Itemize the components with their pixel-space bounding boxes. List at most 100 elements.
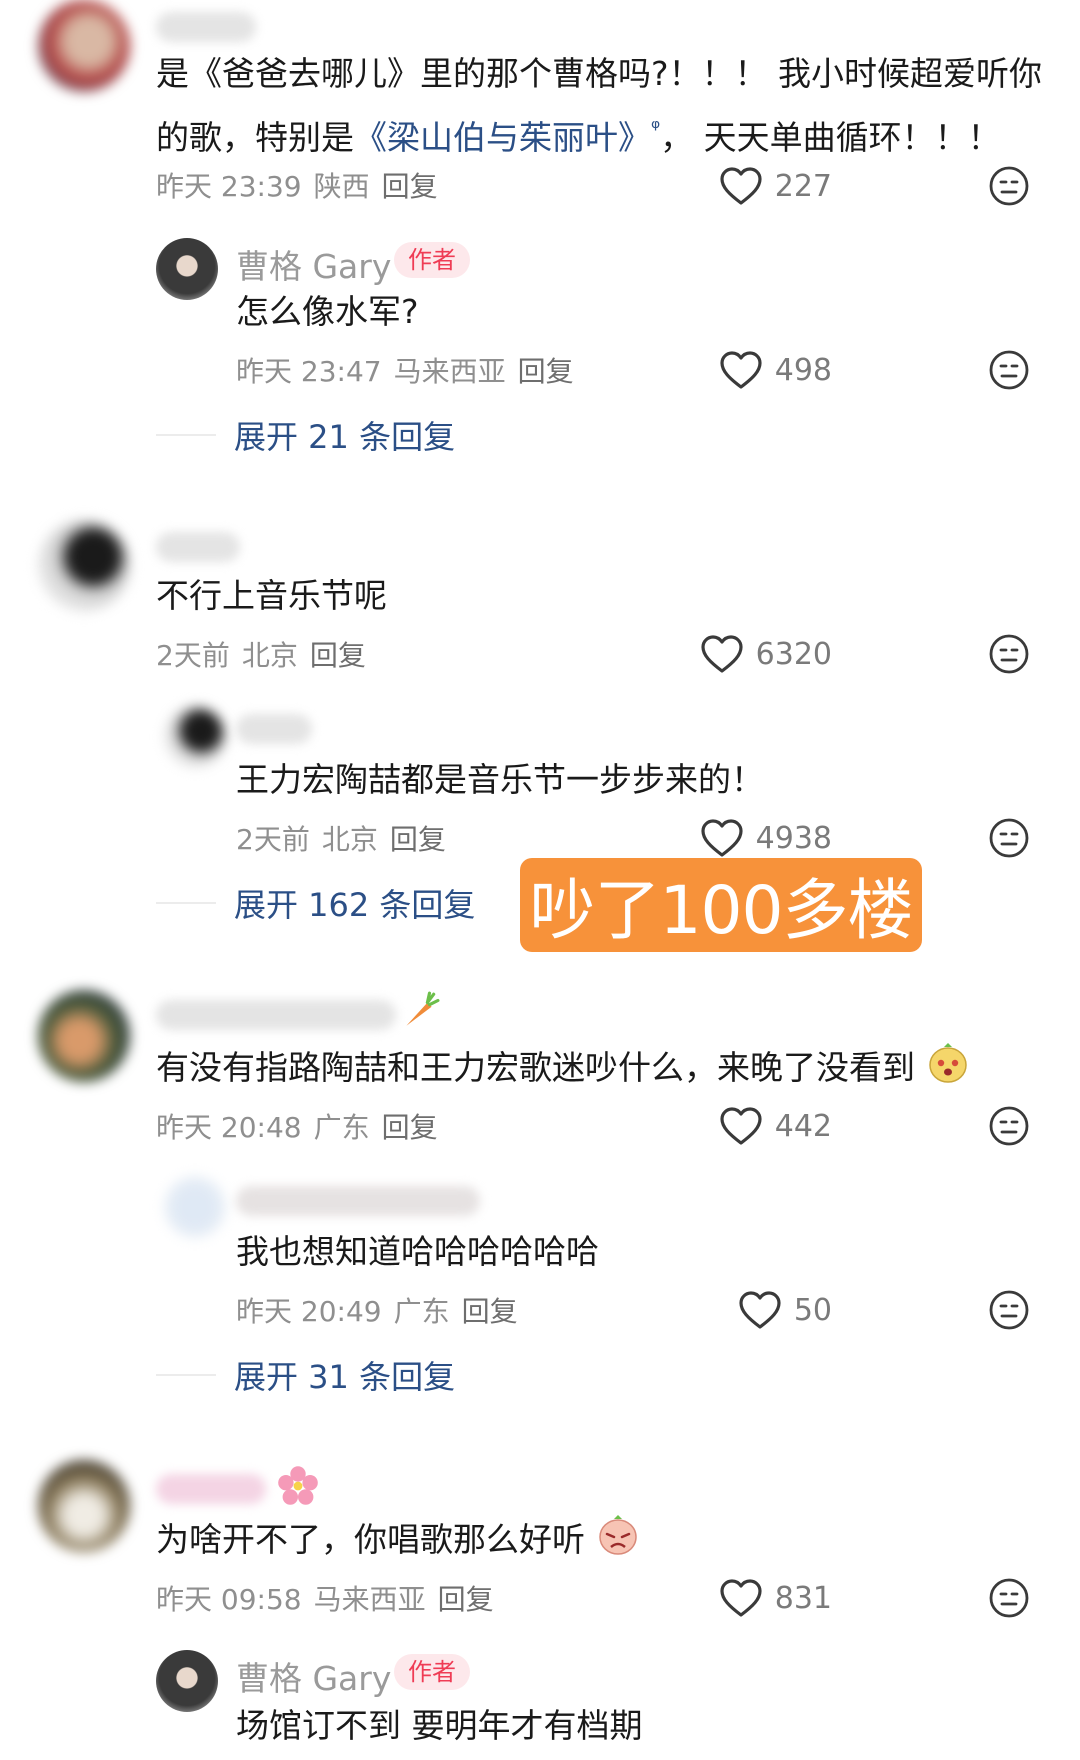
reply-date: 昨天 23:47 — [236, 355, 382, 388]
comment-location: 北京 — [241, 639, 298, 672]
comment-date: 2天前 — [156, 639, 230, 672]
dislike-face-icon[interactable] — [988, 165, 1030, 207]
dislike-face-icon[interactable] — [988, 1105, 1030, 1147]
reply-meta: 昨天 20:49 广东 回复 — [236, 1290, 530, 1330]
reply-button[interactable]: 回复 — [390, 823, 446, 856]
expand-replies-label[interactable]: 展开 31 条回复 — [234, 1352, 455, 1398]
like-button[interactable]: 6320 — [700, 634, 832, 674]
avatar[interactable] — [38, 1460, 130, 1552]
username-blurred[interactable] — [156, 532, 240, 562]
author-avatar[interactable] — [156, 238, 218, 300]
comment-text: 不行上音乐节呢 — [156, 576, 387, 615]
reply-button[interactable]: 回复 — [438, 1583, 494, 1616]
divider — [156, 902, 216, 904]
like-button[interactable]: 831 — [719, 1578, 832, 1618]
like-count: 227 — [774, 168, 832, 204]
reply-text: 怎么像水军? — [236, 292, 419, 331]
comment-location: 陕西 — [313, 170, 370, 203]
comment-meta: 2天前 北京 回复 — [156, 634, 378, 674]
crying-face-emoji-icon — [598, 1515, 637, 1555]
reply-date: 2天前 — [236, 823, 310, 856]
avatar[interactable] — [164, 706, 226, 768]
comment-text-line2-container: 的歌，特别是《梁山伯与茱丽叶》ᵠ， 天天单曲循环！！！ — [156, 101, 1001, 166]
expand-replies-button[interactable]: 展开 21 条回复 — [156, 412, 455, 458]
dislike-face-icon[interactable] — [988, 633, 1030, 675]
reply-meta: 昨天 23:47 马来西亚 回复 — [236, 350, 586, 390]
author-name[interactable]: 曹格 Gary — [236, 240, 391, 288]
author-avatar[interactable] — [156, 1650, 218, 1712]
like-count: 4938 — [755, 820, 832, 856]
search-icon[interactable]: ᵠ — [651, 116, 660, 141]
reply-text: 场馆订不到 要明年才有档期 — [236, 1706, 643, 1745]
like-count: 442 — [774, 1108, 832, 1144]
comment-meta: 昨天 09:58 马来西亚 回复 — [156, 1578, 506, 1618]
heart-outline-icon — [720, 1107, 762, 1145]
expand-replies-label[interactable]: 展开 21 条回复 — [234, 412, 455, 458]
dislike-face-icon[interactable] — [988, 1289, 1030, 1331]
expand-replies-button[interactable]: 展开 31 条回复 — [156, 1352, 455, 1398]
divider — [156, 434, 216, 436]
comment-text-line2-end: ， 天天单曲循环！！！ — [660, 118, 1001, 157]
annotation-label: 吵了100多楼 — [520, 858, 922, 952]
avatar[interactable] — [38, 990, 130, 1082]
like-count: 498 — [774, 352, 832, 388]
reply-meta: 2天前 北京 回复 — [236, 818, 458, 858]
heart-outline-icon — [720, 1579, 762, 1617]
flower-icon — [278, 1466, 318, 1505]
comment-meta: 昨天 23:39 陕西 回复 — [156, 165, 450, 205]
comment-text-line1: 是《爸爸去哪儿》里的那个曹格吗?！！！ 我小时候超爱听你 — [156, 54, 1043, 93]
author-badge: 作者 — [394, 1654, 470, 1690]
like-button[interactable]: 498 — [719, 350, 832, 390]
like-count: 50 — [793, 1292, 832, 1328]
reply-button[interactable]: 回复 — [462, 1295, 518, 1328]
surprised-face-emoji-icon — [928, 1043, 967, 1083]
heart-outline-icon — [701, 819, 743, 857]
username-blurred[interactable] — [156, 1474, 266, 1504]
heart-outline-icon — [701, 635, 743, 673]
comment-location: 广东 — [313, 1111, 370, 1144]
like-button[interactable]: 227 — [719, 166, 832, 206]
like-button[interactable]: 50 — [738, 1290, 832, 1330]
username-blurred[interactable] — [156, 12, 256, 42]
reply-button[interactable]: 回复 — [382, 1111, 438, 1144]
dislike-face-icon[interactable] — [988, 349, 1030, 391]
avatar[interactable] — [38, 520, 130, 612]
comment-meta: 昨天 20:48 广东 回复 — [156, 1106, 450, 1146]
username-blurred[interactable] — [236, 1186, 480, 1216]
reply-button[interactable]: 回复 — [382, 170, 438, 203]
comment-date: 昨天 20:48 — [156, 1111, 302, 1144]
reply-text: 我也想知道哈哈哈哈哈哈 — [236, 1232, 599, 1271]
comment-date: 昨天 23:39 — [156, 170, 302, 203]
like-count: 831 — [774, 1580, 832, 1616]
song-link[interactable]: 《梁山伯与茱丽叶》 — [354, 118, 651, 157]
reply-button[interactable]: 回复 — [310, 639, 366, 672]
username-blurred[interactable] — [236, 714, 312, 744]
comment-text: 是《爸爸去哪儿》里的那个曹格吗?！！！ 我小时候超爱听你 — [156, 46, 1042, 102]
carrot-icon — [406, 991, 440, 1026]
dislike-face-icon[interactable] — [988, 1577, 1030, 1619]
avatar[interactable] — [164, 1176, 226, 1238]
expand-replies-label[interactable]: 展开 162 条回复 — [234, 880, 475, 926]
like-button[interactable]: 4938 — [700, 818, 832, 858]
reply-date: 昨天 20:49 — [236, 1295, 382, 1328]
reply-location: 马来西亚 — [393, 355, 506, 388]
reply-button[interactable]: 回复 — [518, 355, 574, 388]
expand-replies-button[interactable]: 展开 162 条回复 — [156, 880, 475, 926]
avatar[interactable] — [38, 0, 130, 92]
comment-location: 马来西亚 — [313, 1583, 426, 1616]
author-name[interactable]: 曹格 Gary — [236, 1652, 391, 1700]
like-button[interactable]: 442 — [719, 1106, 832, 1146]
annotation-text: 吵了100多楼 — [529, 872, 914, 949]
heart-outline-icon — [720, 351, 762, 389]
heart-outline-icon — [720, 167, 762, 205]
like-count: 6320 — [755, 636, 832, 672]
dislike-face-icon[interactable] — [988, 817, 1030, 859]
reply-text: 王力宏陶喆都是音乐节一步步来的！ — [236, 760, 764, 799]
reply-location: 广东 — [393, 1295, 450, 1328]
author-badge: 作者 — [394, 242, 470, 278]
comment-text: 有没有指路陶喆和王力宏歌迷吵什么，来晚了没看到 — [156, 1040, 970, 1096]
username-blurred[interactable] — [156, 1000, 396, 1030]
reply-location: 北京 — [321, 823, 378, 856]
comment-text: 为啥开不了，你唱歌那么好听 — [156, 1512, 640, 1568]
comment-text-content: 为啥开不了，你唱歌那么好听 — [156, 1520, 585, 1559]
